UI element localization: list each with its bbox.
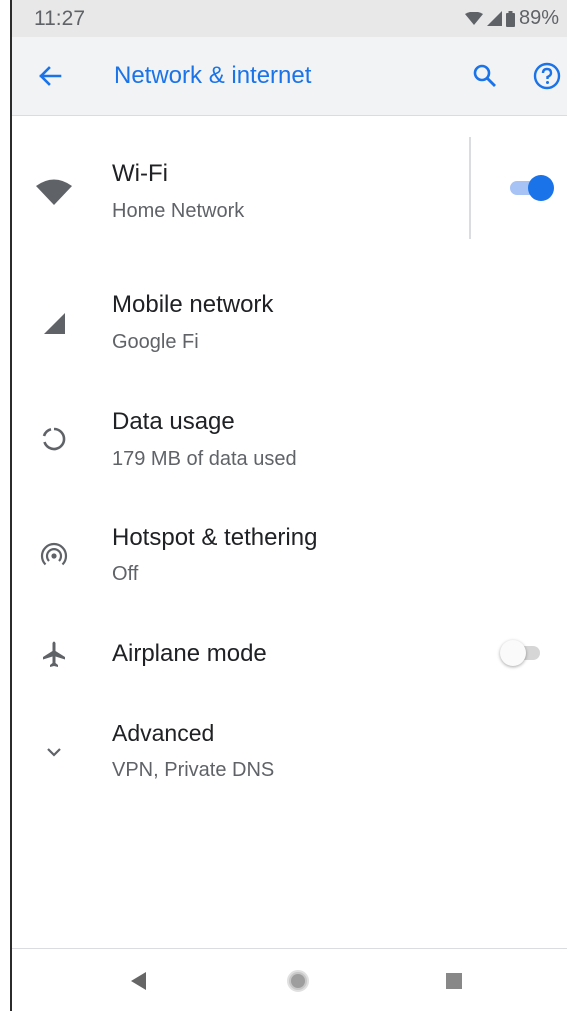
- data-usage-title: Data usage: [112, 408, 235, 435]
- mobile-network-summary: Google Fi: [112, 331, 199, 353]
- battery-percent: 89%: [518, 7, 559, 29]
- status-icons: 89%: [464, 7, 559, 30]
- wifi-divider: [469, 137, 471, 239]
- app-bar: Network & internet: [12, 37, 567, 116]
- settings-item-airplane-mode[interactable]: Airplane mode: [12, 620, 567, 690]
- hotspot-title: Hotspot & tethering: [112, 524, 318, 551]
- wifi-icon: [464, 11, 483, 26]
- toggle-thumb: [500, 640, 526, 666]
- airplane-mode-title: Airplane mode: [112, 640, 267, 667]
- advanced-summary: VPN, Private DNS: [112, 759, 275, 781]
- wifi-icon: [34, 173, 74, 213]
- hotspot-summary: Off: [112, 563, 139, 585]
- settings-item-advanced[interactable]: Advanced VPN, Private DNS: [12, 712, 567, 792]
- status-bar: 11:27 89%: [12, 0, 567, 37]
- system-nav-bar: [12, 948, 567, 1012]
- cell-signal-icon: [34, 303, 74, 343]
- chevron-down-icon: [34, 732, 74, 772]
- settings-item-data-usage[interactable]: Data usage 179 MB of data used: [12, 398, 567, 488]
- toggle-thumb: [528, 175, 554, 201]
- settings-item-hotspot[interactable]: Hotspot & tethering Off: [12, 516, 567, 606]
- cell-signal-icon: [486, 11, 502, 26]
- data-usage-icon: [34, 419, 74, 459]
- back-triangle-icon[interactable]: [125, 967, 153, 995]
- search-icon[interactable]: [470, 61, 500, 91]
- help-icon[interactable]: [532, 61, 562, 91]
- wifi-toggle[interactable]: [510, 175, 554, 201]
- battery-icon: [505, 10, 515, 27]
- mobile-network-title: Mobile network: [112, 291, 274, 318]
- airplane-icon: [34, 635, 74, 675]
- page-title: Network & internet: [114, 62, 312, 89]
- recents-square-icon[interactable]: [440, 967, 468, 995]
- hotspot-icon: [34, 536, 74, 576]
- wifi-summary: Home Network: [112, 200, 245, 222]
- wifi-title: Wi-Fi: [112, 160, 168, 187]
- arrow-back-icon[interactable]: [36, 62, 64, 90]
- settings-item-mobile-network[interactable]: Mobile network Google Fi: [12, 280, 567, 370]
- phone-screen: 11:27 89% Network & internet Wi-Fi Home …: [10, 0, 567, 1012]
- status-time: 11:27: [34, 7, 85, 30]
- airplane-mode-toggle[interactable]: [500, 640, 542, 666]
- advanced-title: Advanced: [112, 720, 215, 746]
- home-circle-icon[interactable]: [284, 967, 312, 995]
- data-usage-summary: 179 MB of data used: [112, 448, 297, 470]
- settings-item-wifi[interactable]: Wi-Fi Home Network: [12, 138, 567, 248]
